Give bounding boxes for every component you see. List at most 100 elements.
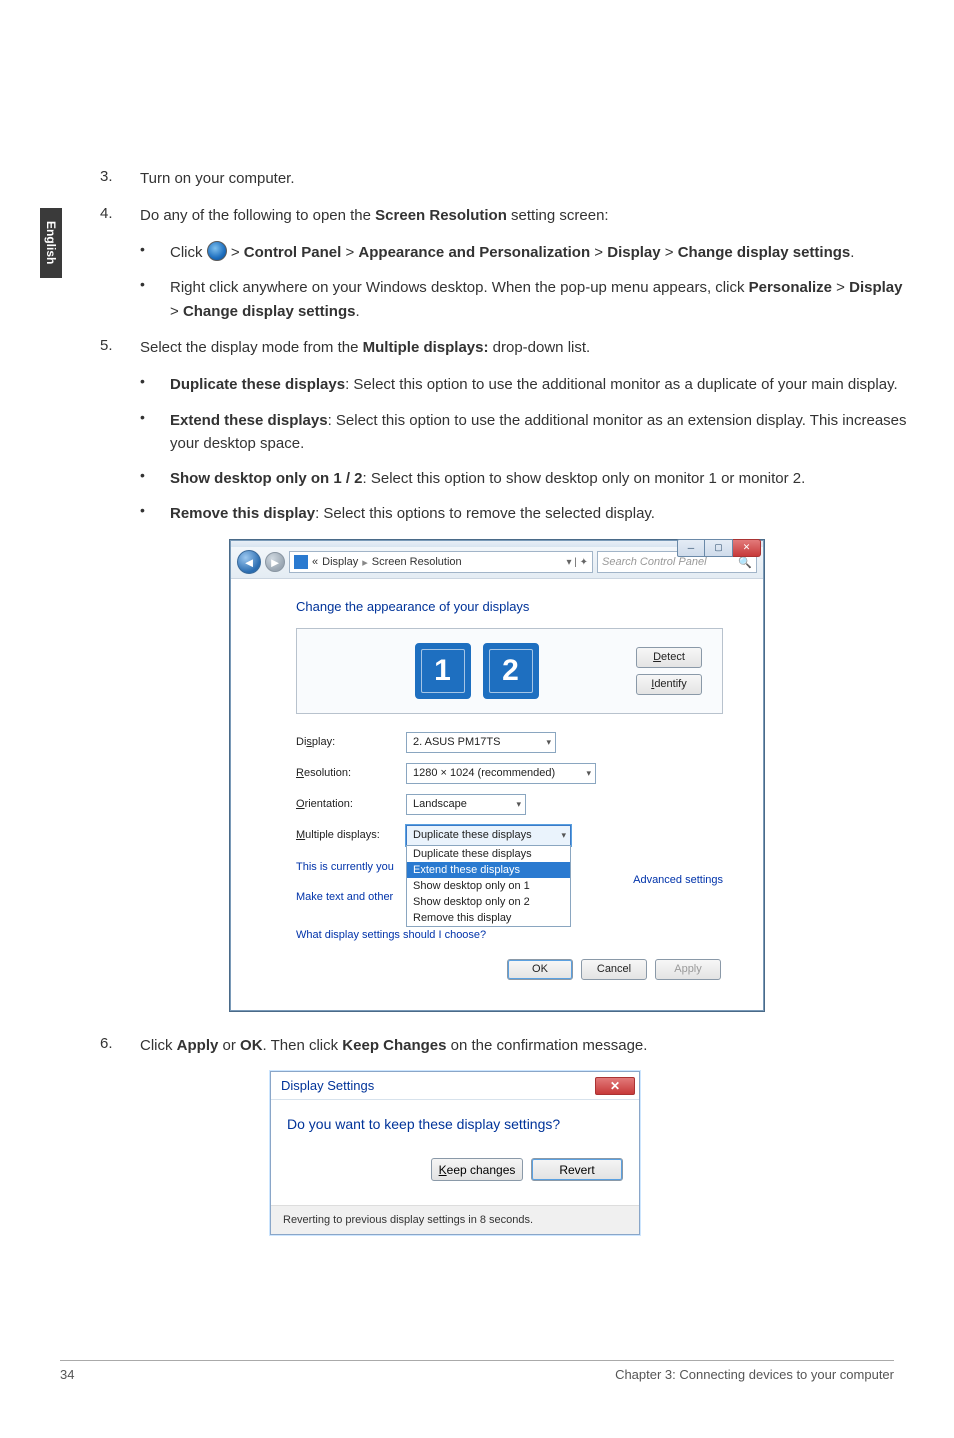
label-display: Display:: [296, 736, 406, 748]
forward-button[interactable]: ►: [265, 552, 285, 572]
t: Select the display mode from the: [140, 339, 363, 356]
screen-resolution-window: ─ ▢ ✕ ◄ ► « Display ▸ Screen Resolution …: [230, 540, 764, 1011]
step6-num: 6.: [100, 1035, 140, 1058]
t: K: [439, 1163, 447, 1177]
step4-num: 4.: [100, 205, 140, 228]
t: >: [832, 279, 849, 296]
t: .: [850, 244, 854, 261]
t: Click: [170, 244, 207, 261]
search-placeholder: Search Control Panel: [602, 556, 707, 568]
t: Right click anywhere on your Windows des…: [170, 279, 749, 296]
bc-sep: «: [312, 556, 318, 568]
t: etect: [661, 651, 685, 663]
titlebar: ─ ▢ ✕: [231, 541, 763, 547]
step5-opt1: Duplicate these displays: Select this op…: [170, 373, 910, 396]
t: >: [170, 303, 183, 320]
identify-button[interactable]: Identify: [636, 674, 702, 695]
note-textsize[interactable]: Make text and other: [296, 891, 393, 903]
dialog-title: Display Settings ✕: [271, 1072, 639, 1100]
step6-text: Click Apply or OK. Then click Keep Chang…: [140, 1035, 910, 1058]
bullet: •: [140, 409, 170, 456]
step5-opt4: Remove this display: Select this options…: [170, 502, 910, 525]
bc-display[interactable]: Display: [322, 556, 358, 568]
keep-changes-button[interactable]: Keep changes: [431, 1158, 523, 1181]
page-footer: 34 Chapter 3: Connecting devices to your…: [60, 1360, 894, 1382]
link-what-settings[interactable]: What display settings should I choose?: [296, 929, 571, 941]
t: Change display settings: [183, 303, 356, 320]
step4-bullet1: Click > Control Panel > Appearance and P…: [170, 241, 910, 264]
t: Click: [140, 1037, 177, 1054]
close-button[interactable]: ✕: [733, 539, 761, 557]
minimize-button[interactable]: ─: [677, 539, 705, 557]
monitor-preview: 1 2 Detect Identify: [296, 628, 723, 714]
t: Control Panel: [244, 244, 342, 261]
note-currently: This is currently you: [296, 861, 394, 873]
t: D: [653, 651, 661, 663]
step4-bullet2: Right click anywhere on your Windows des…: [170, 276, 910, 323]
language-tab: English: [40, 208, 62, 278]
bc-sep: ▸: [362, 556, 368, 569]
dd-extend[interactable]: Extend these displays: [407, 862, 570, 878]
display-select[interactable]: 2. ASUS PM17TS: [406, 732, 556, 753]
cancel-button[interactable]: Cancel: [581, 959, 647, 980]
step3-text: Turn on your computer.: [140, 168, 910, 191]
step5-num: 5.: [100, 337, 140, 360]
maximize-button[interactable]: ▢: [705, 539, 733, 557]
cp-icon: [294, 555, 308, 569]
detect-button[interactable]: Detect: [636, 647, 702, 668]
t: : Select this option to use the addition…: [345, 376, 898, 393]
label-multiple: Multiple displays:: [296, 829, 406, 841]
t: Change display settings: [678, 244, 851, 261]
dialog-question: Do you want to keep these display settin…: [287, 1116, 623, 1132]
t: Display: [849, 279, 902, 296]
t: Show desktop only on 1 / 2: [170, 470, 363, 487]
back-button[interactable]: ◄: [237, 550, 261, 574]
bc-dropdown[interactable]: ▾ | ✦: [566, 557, 588, 568]
t: >: [227, 244, 244, 261]
step5-text: Select the display mode from the Multipl…: [140, 337, 910, 360]
page-heading: Change the appearance of your displays: [296, 599, 723, 614]
t: Apply: [177, 1037, 219, 1054]
dd-only2[interactable]: Show desktop only on 2: [407, 894, 570, 910]
close-button[interactable]: ✕: [595, 1077, 635, 1095]
monitor-2[interactable]: 2: [483, 643, 539, 699]
step5-opt3: Show desktop only on 1 / 2: Select this …: [170, 467, 910, 490]
bc-sr[interactable]: Screen Resolution: [372, 556, 462, 568]
t: Do any of the following to open the: [140, 207, 375, 224]
resolution-select[interactable]: 1280 × 1024 (recommended): [406, 763, 596, 784]
t: >: [341, 244, 358, 261]
t: Extend these displays: [170, 412, 328, 429]
dd-duplicate[interactable]: Duplicate these displays: [407, 846, 570, 862]
t: dentify: [654, 678, 686, 690]
t: >: [590, 244, 607, 261]
bullet: •: [140, 241, 170, 264]
t: or: [218, 1037, 240, 1054]
breadcrumb[interactable]: « Display ▸ Screen Resolution ▾ | ✦: [289, 551, 593, 573]
t: .: [355, 303, 359, 320]
dd-only1[interactable]: Show desktop only on 1: [407, 878, 570, 894]
t: Personalize: [749, 279, 832, 296]
orientation-select[interactable]: Landscape: [406, 794, 526, 815]
display-settings-dialog: Display Settings ✕ Do you want to keep t…: [270, 1071, 640, 1235]
label-resolution: Resolution:: [296, 767, 406, 779]
t: eep changes: [447, 1163, 516, 1177]
bullet: •: [140, 276, 170, 323]
t: Duplicate these displays: [170, 376, 345, 393]
dd-remove[interactable]: Remove this display: [407, 910, 570, 926]
advanced-settings-link[interactable]: Advanced settings: [633, 874, 723, 886]
monitor-1[interactable]: 1: [415, 643, 471, 699]
ok-button[interactable]: OK: [507, 959, 573, 980]
t: OK: [240, 1037, 263, 1054]
multiple-displays-dropdown[interactable]: Duplicate these displays Extend these di…: [406, 845, 571, 927]
apply-button[interactable]: Apply: [655, 959, 721, 980]
t: on the confirmation message.: [447, 1037, 648, 1054]
revert-button[interactable]: Revert: [531, 1158, 623, 1181]
t: Screen Resolution: [375, 207, 507, 224]
multiple-displays-select[interactable]: Duplicate these displays: [406, 825, 571, 846]
label-orientation: Orientation:: [296, 798, 406, 810]
t: Appearance and Personalization: [358, 244, 590, 261]
t: >: [661, 244, 678, 261]
t: Multiple displays:: [363, 339, 489, 356]
page-number: 34: [60, 1367, 74, 1382]
t: Keep Changes: [342, 1037, 446, 1054]
